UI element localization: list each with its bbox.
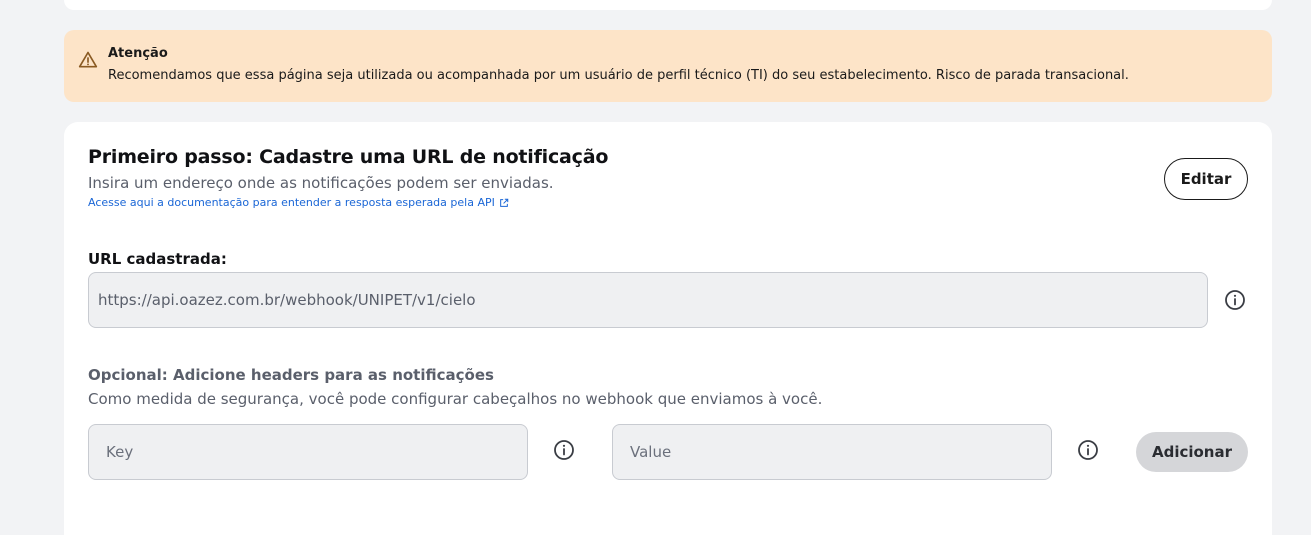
step-title: Primeiro passo: Cadastre uma URL de noti… bbox=[88, 146, 609, 168]
key-info-icon[interactable] bbox=[553, 439, 575, 461]
header-key-input[interactable] bbox=[88, 424, 528, 480]
edit-button[interactable]: Editar bbox=[1164, 158, 1248, 200]
documentation-link-label: Acesse aqui a documentação para entender… bbox=[88, 196, 495, 209]
optional-headers-subtitle: Como medida de segurança, você pode conf… bbox=[88, 390, 823, 408]
header-value-input[interactable] bbox=[612, 424, 1052, 480]
page: Atenção Recomendamos que essa página sej… bbox=[0, 0, 1311, 535]
step-subtitle: Insira um endereço onde as notificações … bbox=[88, 174, 554, 192]
optional-headers-title: Opcional: Adicione headers para as notif… bbox=[88, 366, 494, 384]
documentation-link[interactable]: Acesse aqui a documentação para entender… bbox=[88, 196, 509, 209]
add-header-button[interactable]: Adicionar bbox=[1136, 432, 1248, 472]
url-label: URL cadastrada: bbox=[88, 250, 227, 268]
previous-card bbox=[64, 0, 1272, 10]
registered-url-field[interactable] bbox=[88, 272, 1208, 328]
notification-url-card: Primeiro passo: Cadastre uma URL de noti… bbox=[64, 122, 1272, 535]
warning-triangle-icon bbox=[78, 51, 98, 68]
alert-title: Atenção bbox=[108, 46, 168, 61]
url-info-icon[interactable] bbox=[1224, 289, 1246, 311]
value-info-icon[interactable] bbox=[1077, 439, 1099, 461]
alert-message: Recomendamos que essa página seja utiliz… bbox=[108, 68, 1129, 83]
external-link-icon bbox=[500, 198, 509, 207]
warning-alert: Atenção Recomendamos que essa página sej… bbox=[64, 30, 1272, 102]
